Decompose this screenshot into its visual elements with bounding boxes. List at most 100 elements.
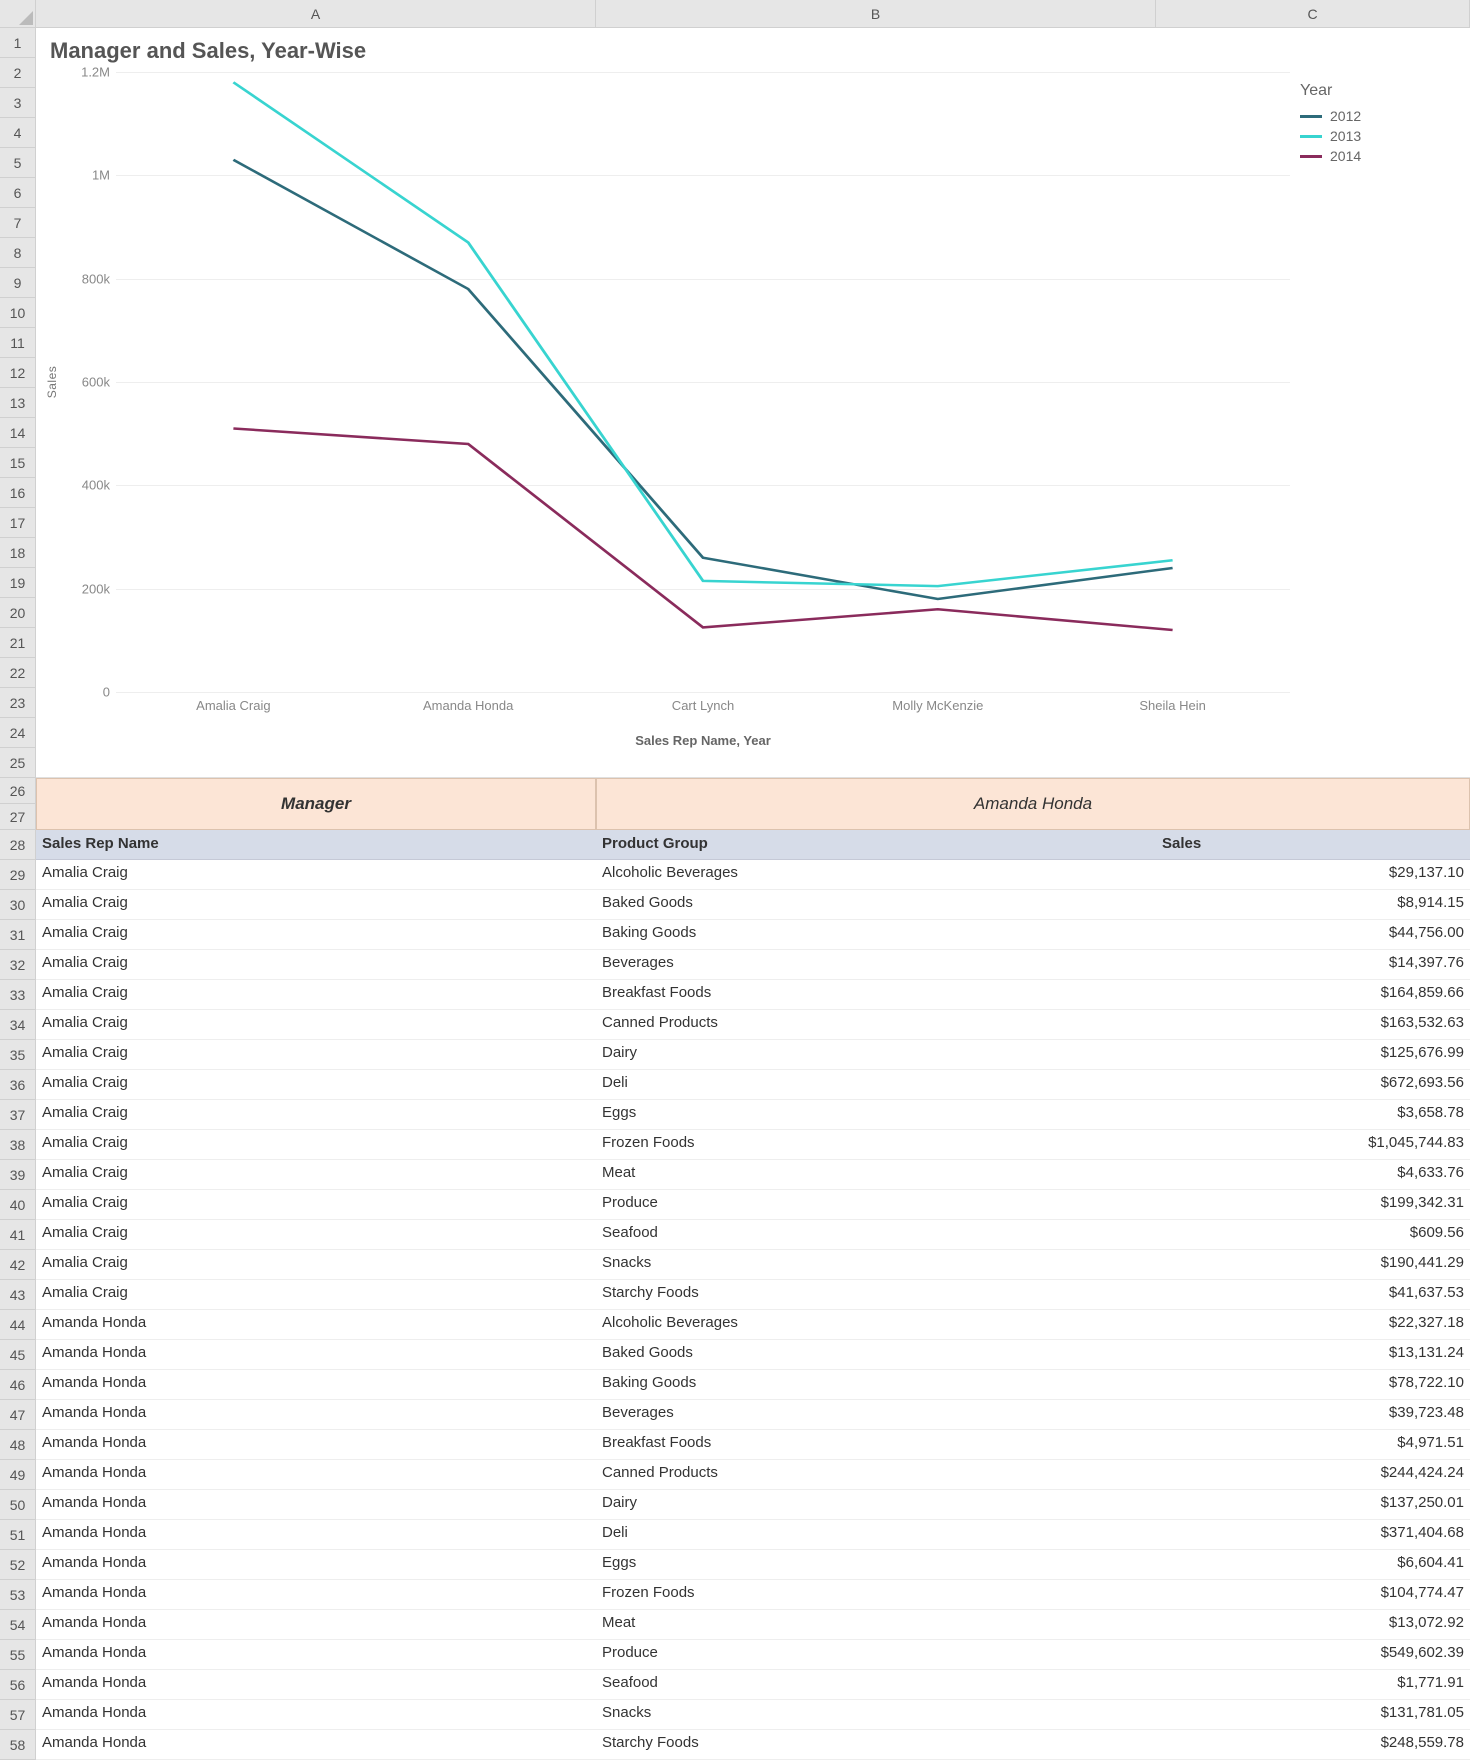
row-header-29[interactable]: 29 <box>0 860 36 890</box>
row-header-33[interactable]: 33 <box>0 980 36 1010</box>
table-row[interactable]: Amanda HondaBaking Goods$78,722.10 <box>36 1370 1470 1400</box>
row-header-8[interactable]: 8 <box>0 238 36 268</box>
row-header-30[interactable]: 30 <box>0 890 36 920</box>
table-row[interactable]: Amalia CraigSnacks$190,441.29 <box>36 1250 1470 1280</box>
row-header-48[interactable]: 48 <box>0 1430 36 1460</box>
row-header-10[interactable]: 10 <box>0 298 36 328</box>
row-header-44[interactable]: 44 <box>0 1310 36 1340</box>
row-header-39[interactable]: 39 <box>0 1160 36 1190</box>
row-header-26[interactable]: 26 <box>0 778 36 804</box>
table-row[interactable]: Amanda HondaMeat$13,072.92 <box>36 1610 1470 1640</box>
row-header-25[interactable]: 25 <box>0 748 36 778</box>
row-header-11[interactable]: 11 <box>0 328 36 358</box>
row-header-20[interactable]: 20 <box>0 598 36 628</box>
row-header-49[interactable]: 49 <box>0 1460 36 1490</box>
row-header-1[interactable]: 1 <box>0 28 36 58</box>
row-header-4[interactable]: 4 <box>0 118 36 148</box>
table-row[interactable]: Amanda HondaBeverages$39,723.48 <box>36 1400 1470 1430</box>
chart-plot[interactable]: Sales 0200k400k600k800k1M1.2M Year 20122… <box>46 72 1460 752</box>
row-header-38[interactable]: 38 <box>0 1130 36 1160</box>
row-header-14[interactable]: 14 <box>0 418 36 448</box>
row-header-31[interactable]: 31 <box>0 920 36 950</box>
row-header-5[interactable]: 5 <box>0 148 36 178</box>
table-row[interactable]: Amalia CraigBaked Goods$8,914.15 <box>36 890 1470 920</box>
row-header-43[interactable]: 43 <box>0 1280 36 1310</box>
table-row[interactable]: Amalia CraigBaking Goods$44,756.00 <box>36 920 1470 950</box>
row-header-56[interactable]: 56 <box>0 1670 36 1700</box>
row-header-35[interactable]: 35 <box>0 1040 36 1070</box>
table-row[interactable]: Amanda HondaAlcoholic Beverages$22,327.1… <box>36 1310 1470 1340</box>
table-row[interactable]: Amanda HondaDeli$371,404.68 <box>36 1520 1470 1550</box>
row-header-6[interactable]: 6 <box>0 178 36 208</box>
table-row[interactable]: Amalia CraigBreakfast Foods$164,859.66 <box>36 980 1470 1010</box>
table-row[interactable]: Amanda HondaBreakfast Foods$4,971.51 <box>36 1430 1470 1460</box>
row-header-41[interactable]: 41 <box>0 1220 36 1250</box>
row-header-12[interactable]: 12 <box>0 358 36 388</box>
table-row[interactable]: Amanda HondaCanned Products$244,424.24 <box>36 1460 1470 1490</box>
row-header-17[interactable]: 17 <box>0 508 36 538</box>
row-header-57[interactable]: 57 <box>0 1700 36 1730</box>
row-header-24[interactable]: 24 <box>0 718 36 748</box>
row-header-54[interactable]: 54 <box>0 1610 36 1640</box>
table-row[interactable]: Amanda HondaStarchy Foods$248,559.78 <box>36 1730 1470 1760</box>
series-2014[interactable] <box>233 429 1172 631</box>
table-row[interactable]: Amanda HondaSeafood$1,771.91 <box>36 1670 1470 1700</box>
row-header-28[interactable]: 28 <box>0 830 36 860</box>
row-header-27[interactable]: 27 <box>0 804 36 830</box>
col-sales-rep[interactable]: Sales Rep Name <box>36 830 596 860</box>
row-header-19[interactable]: 19 <box>0 568 36 598</box>
legend-item-2013[interactable]: 2013 <box>1300 128 1450 144</box>
row-header-40[interactable]: 40 <box>0 1190 36 1220</box>
col-sales[interactable]: Sales <box>1156 830 1470 860</box>
row-header-51[interactable]: 51 <box>0 1520 36 1550</box>
row-header-34[interactable]: 34 <box>0 1010 36 1040</box>
row-header-58[interactable]: 58 <box>0 1730 36 1760</box>
row-header-36[interactable]: 36 <box>0 1070 36 1100</box>
table-row[interactable]: Amanda HondaDairy$137,250.01 <box>36 1490 1470 1520</box>
row-header-53[interactable]: 53 <box>0 1580 36 1610</box>
table-row[interactable]: Amalia CraigSeafood$609.56 <box>36 1220 1470 1250</box>
table-row[interactable]: Amanda HondaBaked Goods$13,131.24 <box>36 1340 1470 1370</box>
col-product-group[interactable]: Product Group <box>596 830 1156 860</box>
table-row[interactable]: Amanda HondaEggs$6,604.41 <box>36 1550 1470 1580</box>
row-header-47[interactable]: 47 <box>0 1400 36 1430</box>
row-header-3[interactable]: 3 <box>0 88 36 118</box>
column-header-A[interactable]: A <box>36 0 596 28</box>
row-header-2[interactable]: 2 <box>0 58 36 88</box>
series-2012[interactable] <box>233 160 1172 599</box>
table-row[interactable]: Amalia CraigProduce$199,342.31 <box>36 1190 1470 1220</box>
table-row[interactable]: Amanda HondaProduce$549,602.39 <box>36 1640 1470 1670</box>
row-header-32[interactable]: 32 <box>0 950 36 980</box>
row-header-22[interactable]: 22 <box>0 658 36 688</box>
column-header-B[interactable]: B <box>596 0 1156 28</box>
table-row[interactable]: Amalia CraigEggs$3,658.78 <box>36 1100 1470 1130</box>
legend-item-2012[interactable]: 2012 <box>1300 108 1450 124</box>
row-header-15[interactable]: 15 <box>0 448 36 478</box>
column-header-C[interactable]: C <box>1156 0 1470 28</box>
row-header-13[interactable]: 13 <box>0 388 36 418</box>
table-row[interactable]: Amalia CraigMeat$4,633.76 <box>36 1160 1470 1190</box>
row-header-46[interactable]: 46 <box>0 1370 36 1400</box>
row-header-52[interactable]: 52 <box>0 1550 36 1580</box>
table-row[interactable]: Amanda HondaFrozen Foods$104,774.47 <box>36 1580 1470 1610</box>
row-header-9[interactable]: 9 <box>0 268 36 298</box>
select-all-corner[interactable] <box>0 0 36 28</box>
table-row[interactable]: Amalia CraigAlcoholic Beverages$29,137.1… <box>36 860 1470 890</box>
row-header-55[interactable]: 55 <box>0 1640 36 1670</box>
row-header-21[interactable]: 21 <box>0 628 36 658</box>
table-row[interactable]: Amanda HondaSnacks$131,781.05 <box>36 1700 1470 1730</box>
table-row[interactable]: Amalia CraigStarchy Foods$41,637.53 <box>36 1280 1470 1310</box>
row-header-50[interactable]: 50 <box>0 1490 36 1520</box>
row-header-45[interactable]: 45 <box>0 1340 36 1370</box>
row-header-18[interactable]: 18 <box>0 538 36 568</box>
row-header-16[interactable]: 16 <box>0 478 36 508</box>
row-header-23[interactable]: 23 <box>0 688 36 718</box>
table-row[interactable]: Amalia CraigDairy$125,676.99 <box>36 1040 1470 1070</box>
table-row[interactable]: Amalia CraigFrozen Foods$1,045,744.83 <box>36 1130 1470 1160</box>
table-row[interactable]: Amalia CraigBeverages$14,397.76 <box>36 950 1470 980</box>
table-row[interactable]: Amalia CraigDeli$672,693.56 <box>36 1070 1470 1100</box>
series-2013[interactable] <box>233 82 1172 586</box>
row-header-42[interactable]: 42 <box>0 1250 36 1280</box>
table-row[interactable]: Amalia CraigCanned Products$163,532.63 <box>36 1010 1470 1040</box>
legend-item-2014[interactable]: 2014 <box>1300 148 1450 164</box>
